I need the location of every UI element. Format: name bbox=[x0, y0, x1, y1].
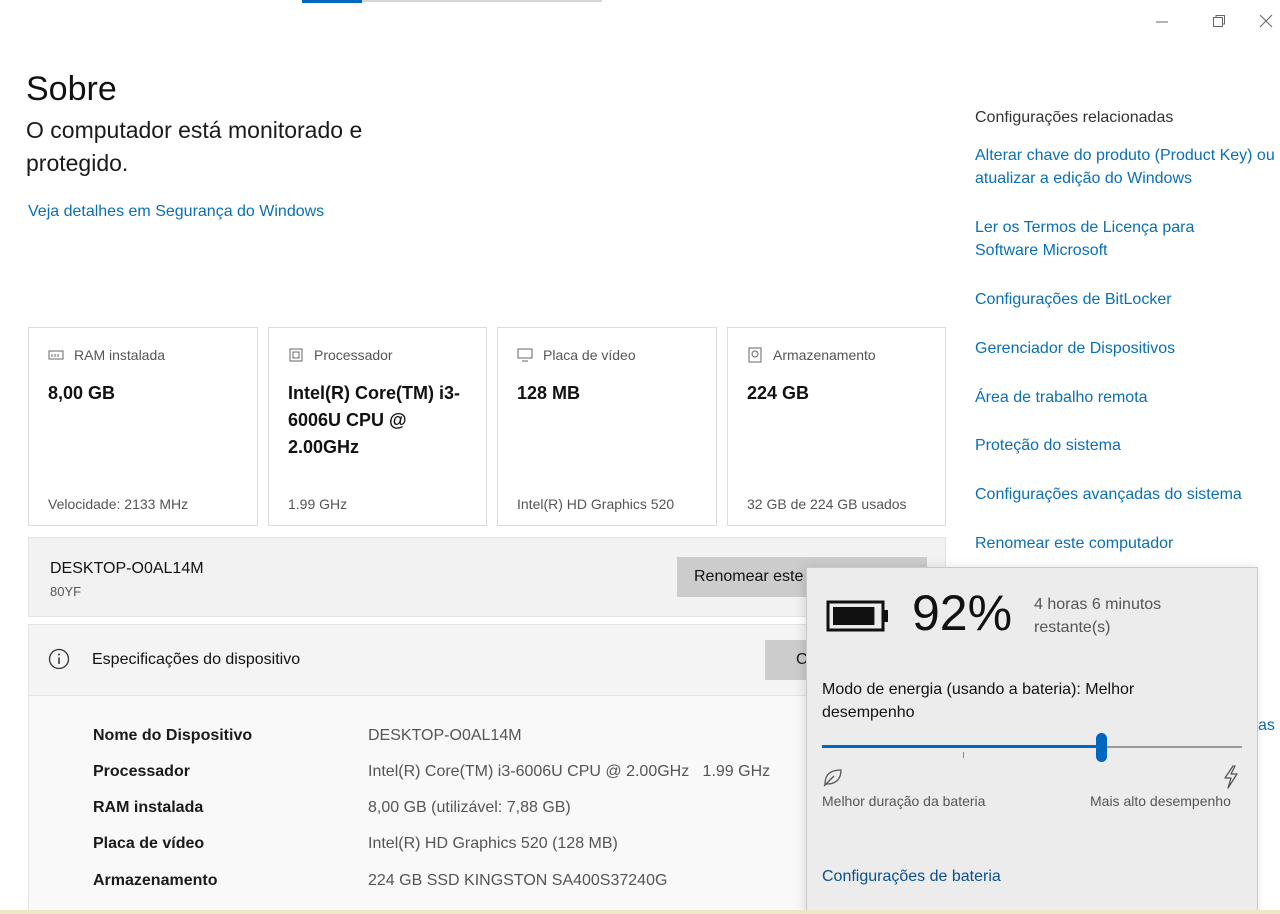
slider-tick bbox=[963, 752, 964, 758]
spec-value: 224 GB SSD KINGSTON SA400S37240G bbox=[368, 872, 668, 889]
spec-value: 8,00 GB (utilizável: 7,88 GB) bbox=[368, 799, 571, 816]
power-slider-thumb[interactable] bbox=[1096, 733, 1108, 762]
card-footer: 1.99 GHz bbox=[288, 496, 348, 512]
processor-card: Processador Intel(R) Core(TM) i3-6006U C… bbox=[268, 327, 487, 526]
storage-icon bbox=[748, 347, 762, 363]
remote-desktop-link[interactable]: Área de trabalho remota bbox=[975, 386, 1148, 409]
battery-percent: 92% bbox=[912, 585, 1013, 641]
leaf-icon bbox=[823, 769, 842, 787]
active-tab-indicator bbox=[302, 0, 362, 3]
page-title: Sobre bbox=[26, 70, 117, 108]
card-value: Intel(R) Core(TM) i3-6006U CPU @ 2.00GHz bbox=[288, 383, 460, 457]
restore-button[interactable] bbox=[1196, 6, 1242, 36]
battery-time-remaining: 4 horas 6 minutos restante(s) bbox=[1034, 596, 1162, 636]
tab-strip bbox=[362, 0, 602, 2]
slider-right-label: Mais alto desempenho bbox=[1090, 793, 1231, 809]
card-value: 8,00 GB bbox=[48, 383, 116, 403]
card-value: 224 GB bbox=[747, 383, 810, 403]
spec-value: DESKTOP-O0AL14M bbox=[368, 727, 522, 744]
specs-title: Especificações do dispositivo bbox=[92, 651, 301, 668]
minimize-button[interactable] bbox=[1139, 6, 1185, 36]
spec-label: Armazenamento bbox=[93, 872, 218, 889]
spec-label: Nome do Dispositivo bbox=[93, 727, 253, 744]
card-label: Placa de vídeo bbox=[543, 347, 636, 363]
spec-value: Intel(R) Core(TM) i3-6006U CPU @ 2.00GHz… bbox=[368, 763, 771, 780]
battery-icon bbox=[826, 600, 888, 632]
bitlocker-link[interactable]: Configurações de BitLocker bbox=[975, 288, 1172, 311]
info-icon bbox=[48, 648, 70, 670]
card-footer: 32 GB de 224 GB usados bbox=[747, 496, 907, 512]
battery-settings-link[interactable]: Configurações de bateria bbox=[822, 868, 1001, 886]
device-name: DESKTOP-O0AL14M bbox=[50, 560, 204, 577]
license-terms-link[interactable]: Ler os Termos de Licença para Software M… bbox=[975, 216, 1235, 262]
restore-icon bbox=[1213, 15, 1225, 27]
related-settings-title: Configurações relacionadas bbox=[975, 111, 1174, 126]
system-protection-link[interactable]: Proteção do sistema bbox=[975, 434, 1121, 457]
spec-label: Placa de vídeo bbox=[93, 835, 205, 852]
protection-status-text: O computador está monitorado e protegido… bbox=[26, 117, 363, 176]
taskbar-edge bbox=[0, 910, 1280, 914]
card-value: 128 MB bbox=[517, 383, 581, 403]
product-key-link[interactable]: Alterar chave do produto (Product Key) o… bbox=[975, 144, 1275, 190]
ram-icon bbox=[48, 350, 64, 360]
minimize-icon bbox=[1156, 21, 1168, 23]
power-slider-fill bbox=[822, 745, 1102, 748]
device-manager-link[interactable]: Gerenciador de Dispositivos bbox=[975, 337, 1175, 360]
rename-pc-link[interactable]: Renomear este computador bbox=[975, 532, 1173, 555]
spec-label: Processador bbox=[93, 763, 190, 780]
card-label: RAM instalada bbox=[74, 347, 166, 363]
card-footer: Intel(R) HD Graphics 520 bbox=[517, 496, 675, 512]
storage-card: Armazenamento 224 GB 32 GB de 224 GB usa… bbox=[727, 327, 946, 526]
monitor-icon bbox=[517, 348, 533, 362]
lightning-icon bbox=[1224, 765, 1238, 789]
slider-left-label: Melhor duração da bateria bbox=[822, 793, 986, 809]
close-icon bbox=[1259, 14, 1273, 28]
card-label: Armazenamento bbox=[773, 347, 876, 363]
graphics-card: Placa de vídeo 128 MB Intel(R) HD Graphi… bbox=[497, 327, 717, 526]
ram-card: RAM instalada 8,00 GB Velocidade: 2133 M… bbox=[28, 327, 258, 526]
processor-icon bbox=[289, 348, 303, 362]
partial-link[interactable]: as bbox=[1258, 717, 1275, 735]
close-button[interactable] bbox=[1252, 6, 1280, 36]
spec-value: Intel(R) HD Graphics 520 (128 MB) bbox=[368, 835, 618, 852]
device-model: 80YF bbox=[50, 584, 82, 599]
power-mode-text: Modo de energia (usando a bateria): Melh… bbox=[822, 681, 1135, 721]
windows-security-link[interactable]: Veja detalhes em Segurança do Windows bbox=[28, 203, 324, 221]
card-label: Processador bbox=[314, 347, 393, 363]
spec-label: RAM instalada bbox=[93, 799, 204, 816]
advanced-system-link[interactable]: Configurações avançadas do sistema bbox=[975, 483, 1242, 506]
card-footer: Velocidade: 2133 MHz bbox=[48, 496, 189, 512]
